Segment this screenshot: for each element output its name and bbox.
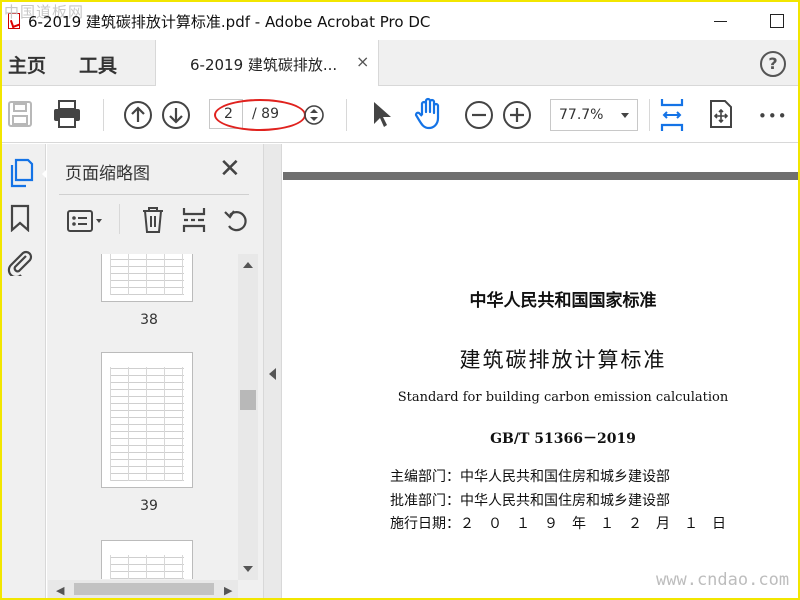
scroll-down-icon[interactable] (243, 566, 253, 572)
chevron-down-icon (621, 113, 629, 118)
window-title: 6-2019 建筑碳排放计算标准.pdf - Adobe Acrobat Pro… (28, 13, 431, 31)
tab-home[interactable]: 主页 (8, 51, 46, 78)
page-thumbnail[interactable] (101, 540, 193, 579)
doc-national-standard: 中华人民共和国国家标准 (469, 291, 657, 311)
tab-tools[interactable]: 工具 (79, 51, 117, 78)
next-page-icon[interactable] (161, 100, 191, 130)
rotate-view-icon[interactable] (708, 99, 734, 129)
page-number-label: 38 (140, 312, 158, 328)
fit-width-icon[interactable] (658, 97, 686, 133)
thumbnails-horizontal-scrollbar[interactable]: ◀ ▶ (48, 580, 238, 598)
previous-page-icon[interactable] (123, 100, 153, 130)
pane-splitter[interactable] (263, 144, 282, 598)
insert-page-icon[interactable] (181, 206, 207, 234)
toolbar-divider (649, 99, 650, 131)
scroll-thumb-horizontal[interactable] (74, 583, 214, 595)
page-stepper-icon[interactable] (303, 104, 325, 126)
title-bar: 中国道板网 6-2019 建筑碳排放计算标准.pdf - Adobe Acrob… (2, 2, 798, 40)
pane-title: 页面缩略图 (65, 164, 150, 184)
attachments-icon[interactable] (6, 248, 34, 276)
more-tools-icon[interactable]: ••• (758, 107, 788, 125)
page-thumbnail[interactable] (101, 254, 193, 302)
left-rail (2, 144, 50, 598)
maximize-button[interactable] (766, 10, 788, 32)
tab-document-label: 6-2019 建筑碳排放... (190, 56, 338, 74)
hand-tool-icon[interactable] (413, 97, 445, 131)
doc-standard-code: GB/T 51366－2019 (490, 431, 636, 447)
doc-title: 建筑碳排放计算标准 (459, 348, 667, 372)
close-icon[interactable]: ✕ (219, 154, 241, 184)
page-number-label: 39 (140, 498, 158, 514)
options-menu-icon[interactable] (67, 209, 105, 233)
toolbar: 2 / 89 77.7% ••• (2, 87, 798, 143)
page-thumbnails-icon[interactable] (8, 158, 34, 188)
pane-toolbar (47, 202, 263, 242)
delete-icon[interactable] (141, 206, 165, 234)
toolbar-divider (346, 99, 347, 131)
document-view[interactable]: 中华人民共和国国家标准 建筑碳排放计算标准 Standard for build… (283, 144, 798, 598)
scroll-thumb[interactable] (240, 390, 256, 410)
doc-english-title: Standard for building carbon emission ca… (397, 390, 729, 405)
bookmarks-icon[interactable] (10, 204, 30, 232)
zoom-out-icon[interactable] (464, 100, 494, 130)
minimize-button[interactable] (710, 10, 732, 32)
zoom-select[interactable]: 77.7% (550, 99, 638, 131)
doc-approval-department: 批准部门：中华人民共和国住房和城乡建设部 (390, 493, 670, 509)
save-icon[interactable] (8, 101, 32, 127)
doc-effective-date: 施行日期：２ ０ １ ９ 年 １ ２ 月 １ 日 (390, 516, 726, 532)
collapse-pane-icon[interactable] (269, 368, 276, 380)
tab-document[interactable]: 6-2019 建筑碳排放... × (155, 40, 379, 86)
thumbnail-list[interactable]: 38 39 (59, 254, 239, 579)
doc-chief-department: 主编部门：中华人民共和国住房和城乡建设部 (390, 469, 670, 485)
scroll-right-icon[interactable]: ▶ (224, 584, 232, 597)
pane-toolbar-divider (119, 204, 120, 234)
tab-bar: 主页 工具 6-2019 建筑碳排放... × ? (2, 40, 798, 86)
rotate-page-icon[interactable] (223, 207, 251, 233)
highlight-ellipse (214, 99, 306, 131)
zoom-value: 77.7% (559, 107, 604, 123)
thumbnails-pane: 页面缩略图 ✕ 38 39 (47, 144, 263, 598)
select-cursor-icon[interactable] (371, 100, 393, 130)
scroll-up-icon[interactable] (243, 262, 253, 268)
zoom-in-icon[interactable] (502, 100, 532, 130)
toolbar-divider (103, 99, 104, 131)
thumbnails-vertical-scrollbar[interactable] (238, 254, 258, 580)
print-icon[interactable] (52, 99, 82, 129)
help-icon[interactable]: ? (760, 51, 786, 77)
watermark-bottom: www.cndao.com (656, 570, 790, 590)
tab-close-icon[interactable]: × (356, 52, 369, 71)
pane-divider (59, 194, 249, 195)
scroll-left-icon[interactable]: ◀ (56, 584, 64, 597)
page-top-rule (283, 172, 798, 180)
page-thumbnail[interactable] (101, 352, 193, 488)
